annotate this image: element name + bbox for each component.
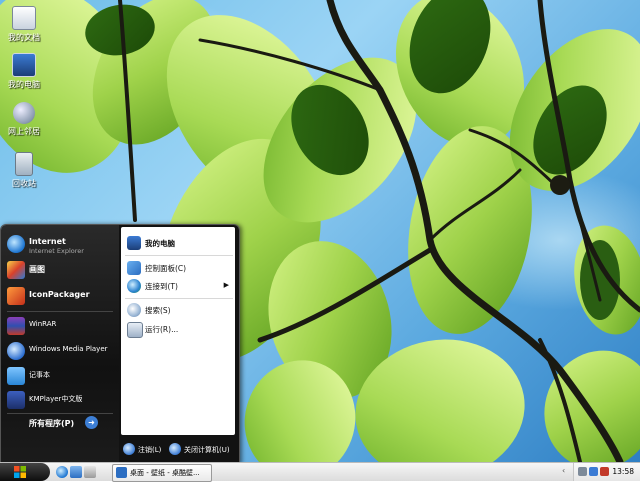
pinned-internet[interactable]: Internet Internet Explorer xyxy=(5,233,117,255)
network-places-icon xyxy=(13,102,35,124)
menu-separator xyxy=(125,255,233,256)
power-icon xyxy=(169,443,181,455)
recent-media-player[interactable]: Windows Media Player xyxy=(5,340,117,362)
place-control-panel[interactable]: 控制面板(C) xyxy=(125,260,233,276)
internet-explorer-icon xyxy=(7,235,25,253)
place-my-computer[interactable]: 我的电脑 xyxy=(125,235,233,251)
recent-winrar[interactable]: WinRAR xyxy=(5,315,117,337)
desktop-icon-my-computer[interactable]: 我的电脑 xyxy=(2,53,46,90)
taskbar: 桌面 - 壁纸 - 桌酷壁... ‹ 13:58 xyxy=(0,462,640,482)
menu-separator xyxy=(125,298,233,299)
start-menu: Internet Internet Explorer 画图 IconPackag… xyxy=(0,224,240,464)
tray-expand-icon[interactable]: ‹ xyxy=(562,466,565,475)
arrow-right-icon: ➜ xyxy=(85,416,98,429)
connect-globe-icon xyxy=(127,279,141,293)
logoff-button[interactable]: 注销(L) xyxy=(123,442,167,458)
system-tray: ‹ 13:58 xyxy=(562,463,640,481)
desktop-icon-recycle-bin[interactable]: 回收站 xyxy=(2,152,46,189)
paint-icon xyxy=(7,261,25,279)
run-icon xyxy=(127,322,143,338)
control-panel-icon xyxy=(127,261,141,275)
place-run[interactable]: 运行(R)... xyxy=(125,321,233,338)
menu-separator xyxy=(7,413,113,414)
window-icon xyxy=(116,467,127,478)
recycle-bin-icon xyxy=(15,152,33,176)
media-icon[interactable] xyxy=(84,466,96,478)
logoff-icon xyxy=(123,443,135,455)
pinned-paint[interactable]: 画图 xyxy=(5,259,117,281)
start-menu-footer: 注销(L) 关闭计算机(U) xyxy=(119,437,239,463)
place-search[interactable]: 搜索(S) xyxy=(125,302,233,318)
all-programs-button[interactable]: 所有程序(P) ➜ xyxy=(9,415,113,431)
network-icon[interactable] xyxy=(589,467,598,476)
recent-kmplayer[interactable]: KMPlayer中文版 xyxy=(5,389,117,411)
pinned-iconpackager[interactable]: IconPackager xyxy=(5,285,117,307)
clock[interactable]: 13:58 xyxy=(612,467,634,476)
security-icon[interactable] xyxy=(600,467,609,476)
place-connect-to[interactable]: 连接到(T) ▶ xyxy=(125,278,233,294)
ie-icon[interactable] xyxy=(56,466,68,478)
iconpackager-icon xyxy=(7,287,25,305)
notepad-icon xyxy=(7,367,25,385)
submenu-arrow-icon: ▶ xyxy=(223,281,229,289)
shutdown-button[interactable]: 关闭计算机(U) xyxy=(169,442,237,458)
show-desktop-icon[interactable] xyxy=(70,466,82,478)
windows-logo-icon xyxy=(14,466,26,478)
my-documents-icon xyxy=(12,6,36,30)
start-menu-programs: Internet Internet Explorer 画图 IconPackag… xyxy=(1,225,119,463)
desktop-icon-network-places[interactable]: 网上邻居 xyxy=(2,102,46,137)
desktop-icon-my-documents[interactable]: 我的文档 xyxy=(2,6,46,43)
menu-separator xyxy=(7,311,113,312)
places-panel: 我的电脑 控制面板(C) 连接到(T) ▶ 搜索(S) 运行(R)... xyxy=(121,227,235,435)
winrar-icon xyxy=(7,317,25,335)
recent-notepad[interactable]: 记事本 xyxy=(5,365,117,387)
search-icon xyxy=(127,303,141,317)
kmplayer-icon xyxy=(7,391,25,409)
media-player-icon xyxy=(7,342,25,360)
my-computer-icon xyxy=(127,236,141,250)
start-button[interactable] xyxy=(0,463,50,481)
start-menu-places: 我的电脑 控制面板(C) 连接到(T) ▶ 搜索(S) 运行(R)... xyxy=(119,225,239,463)
volume-icon[interactable] xyxy=(578,467,587,476)
my-computer-icon xyxy=(12,53,36,77)
taskbar-button-desktop[interactable]: 桌面 - 壁纸 - 桌酷壁... xyxy=(112,464,212,482)
